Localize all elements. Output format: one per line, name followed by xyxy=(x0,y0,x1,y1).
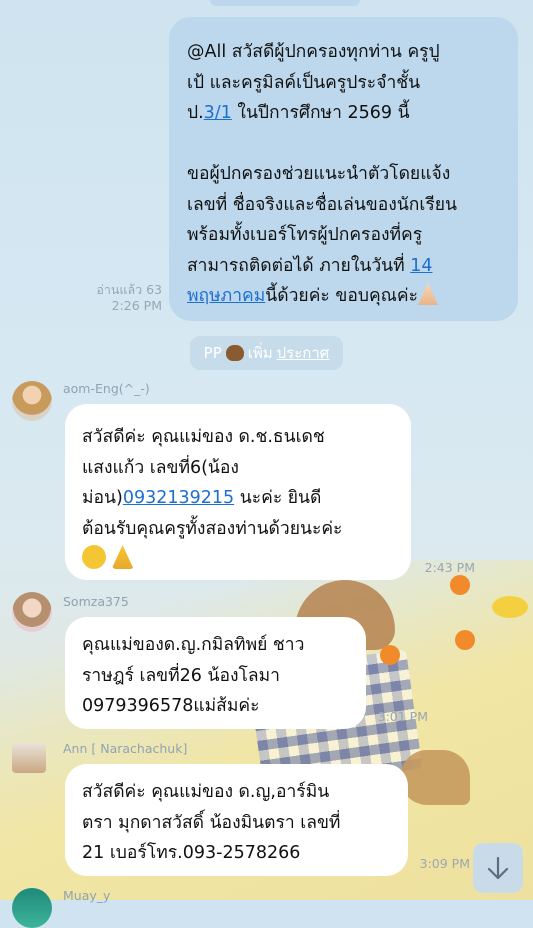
message-line: คุณแม่ของด.ญ.กมิลทิพย์ ชาว xyxy=(82,635,305,655)
notice-text: เพิ่ม xyxy=(247,344,273,362)
message-line: 0979396578แม่ส้มค่ะ xyxy=(82,696,260,716)
message-bubble[interactable]: สวัสดีค่ะ คุณแม่ของ ด.ญ,อาร์มิน ตรา มุกด… xyxy=(65,764,408,876)
wallpaper-lemon xyxy=(492,596,528,618)
wallpaper-croissant xyxy=(400,750,470,805)
avatar[interactable] xyxy=(12,592,52,632)
wallpaper-orange xyxy=(450,575,470,595)
message-time: 3:01 PM xyxy=(377,709,428,724)
sender-name[interactable]: Somza375 xyxy=(63,594,129,609)
message-time: 2:26 PM xyxy=(111,298,162,313)
class-link[interactable]: 3/1 xyxy=(204,103,232,123)
avatar[interactable] xyxy=(12,743,46,773)
message-line xyxy=(187,129,502,160)
announcement-link[interactable]: ประกาศ xyxy=(277,341,330,365)
message-line: @All สวัสดีผู้ปกครองทุกท่าน ครูปู xyxy=(187,42,440,62)
message-line: แสงแก้ว เลขที่6(น้อง xyxy=(82,457,239,478)
read-status: อ่านแล้ว 63 xyxy=(96,282,162,297)
message-line: ป.3/1 ในปีการศึกษา 2569 นี้ xyxy=(187,103,410,123)
message-line: สามารถติดต่อได้ ภายในวันที่ 14 xyxy=(187,255,433,276)
notice-prefix: PP xyxy=(203,344,222,362)
phone-link[interactable]: 0932139215 xyxy=(123,488,234,508)
message-line: พฤษภาคมนี้ด้วยค่ะ ขอบคุณค่ะ xyxy=(187,281,502,312)
sender-name[interactable]: Muay_y xyxy=(63,888,110,903)
previous-message-fragment xyxy=(210,0,360,6)
message-line: ขอผู้ปกครองช่วยแนะนำตัวโดยแจ้ง xyxy=(187,164,451,184)
message-line: ม่อน)0932139215 นะค่ะ ยินดี xyxy=(82,488,322,508)
bear-icon xyxy=(225,345,244,361)
message-line: พร้อมทั้งเบอร์โทรผู้ปกครองที่ครู xyxy=(187,225,423,245)
date-link[interactable]: 14 xyxy=(410,256,432,276)
message-line: สวัสดีค่ะ คุณแม่ของ ด.ช.ธนเดช xyxy=(82,427,325,447)
avatar[interactable] xyxy=(12,888,52,928)
message-bubble[interactable]: คุณแม่ของด.ญ.กมิลทิพย์ ชาว ราษฎร์ เลขที่… xyxy=(65,617,366,729)
message-meta: อ่านแล้ว 63 2:26 PM xyxy=(60,282,162,314)
message-line: 21 เบอร์โทร.093-2578266 xyxy=(82,843,301,863)
wallpaper-orange xyxy=(380,645,400,665)
folded-hands-icon xyxy=(418,283,438,305)
date-link[interactable]: พฤษภาคม xyxy=(187,286,265,306)
message-line xyxy=(82,544,397,575)
message-line: สวัสดีค่ะ คุณแม่ของ ด.ญ,อาร์มิน xyxy=(82,782,330,802)
message-line: เป้ และครูมิลค์เป็นครูประจำชั้น xyxy=(187,72,421,93)
arrow-down-icon xyxy=(487,856,509,880)
message-line: ตรา มุกดาสวัสดิ์ น้องมินตรา เลขที่ xyxy=(82,812,341,833)
message-line: ต้อนรับคุณครูทั้งสองท่านด้วยนะค่ะ xyxy=(82,518,343,539)
message-time: 3:09 PM xyxy=(419,856,470,871)
avatar[interactable] xyxy=(12,381,52,421)
sender-name[interactable]: aom-Eng(^_-) xyxy=(63,381,150,396)
system-notice: PP เพิ่ม ประกาศ xyxy=(190,336,343,370)
message-bubble[interactable]: สวัสดีค่ะ คุณแม่ของ ด.ช.ธนเดช แสงแก้ว เล… xyxy=(65,404,411,580)
folded-hands-icon xyxy=(111,545,134,569)
message-line: เลขที่ ชื่อจริงและชื่อเล่นของนักเรียน xyxy=(187,194,457,215)
scroll-to-bottom-button[interactable] xyxy=(473,843,523,893)
my-message-bubble[interactable]: @All สวัสดีผู้ปกครองทุกท่าน ครูปู เป้ แล… xyxy=(169,17,518,321)
sender-name[interactable]: Ann [ Narachachuk] xyxy=(63,741,187,756)
message-time: 2:43 PM xyxy=(424,560,475,575)
smiling-face-icon xyxy=(82,545,106,569)
wallpaper-orange xyxy=(455,630,475,650)
message-line: ราษฎร์ เลขที่26 น้องโลมา xyxy=(82,665,281,686)
